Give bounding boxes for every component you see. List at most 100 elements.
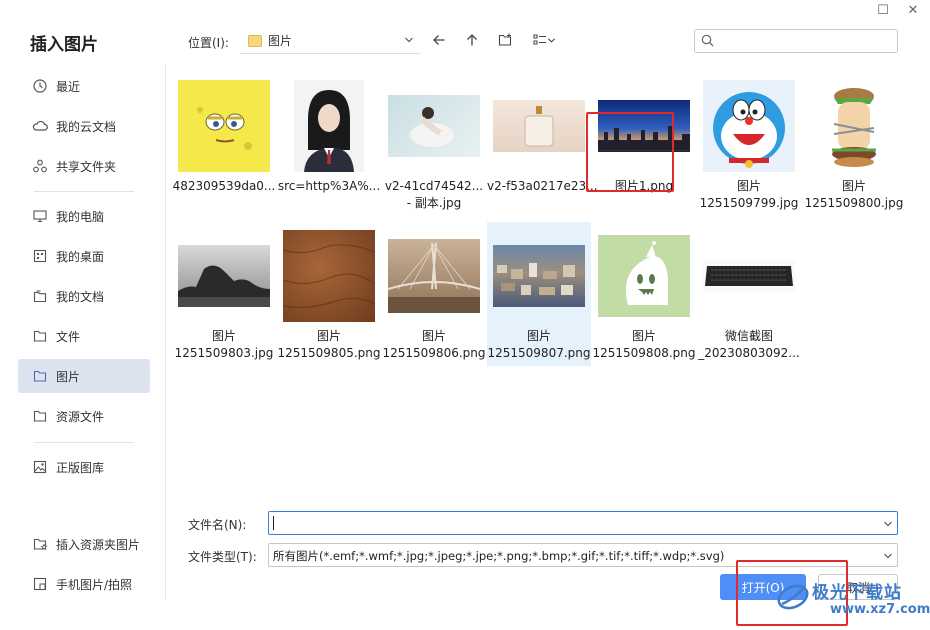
sidebar-item-label: 我的文档 <box>56 289 105 304</box>
thumbnail <box>493 230 585 322</box>
sidebar-item-my-documents[interactable]: 我的文档 <box>18 279 150 313</box>
file-tile-selected[interactable]: 图片 1251509807.png <box>487 222 591 366</box>
file-tile[interactable]: 图片 1251509805.png <box>277 222 381 366</box>
sidebar-item-cloud-docs[interactable]: 我的云文档 <box>18 109 150 143</box>
sidebar-item-insert-resource-folder-images[interactable]: 插入资源夹图片 <box>18 527 150 561</box>
sidebar-item-label: 文件 <box>56 329 81 344</box>
sidebar: 最近 我的云文档 共享文件夹 我的电脑 我的桌面 我的文档 文件 图片 资源文件… <box>0 64 166 600</box>
sidebar-item-resource-files[interactable]: 资源文件 <box>18 399 150 433</box>
thumbnail <box>493 80 585 172</box>
sidebar-item-my-desktop[interactable]: 我的桌面 <box>18 239 150 273</box>
sidebar-item-label: 我的云文档 <box>56 119 117 134</box>
file-name: 图片 1251509808.png <box>592 329 696 360</box>
file-name: v2-f53a0217e23... <box>487 179 598 193</box>
file-name: 图片 1251509800.jpg <box>804 179 904 210</box>
back-button[interactable] <box>428 30 450 52</box>
sidebar-item-label: 我的电脑 <box>56 209 105 224</box>
highlight-box <box>586 112 674 192</box>
text-cursor <box>273 516 274 530</box>
chevron-down-icon[interactable] <box>883 518 893 532</box>
cloud-icon <box>32 118 48 134</box>
location-value: 图片 <box>268 34 293 48</box>
sidebar-item-files[interactable]: 文件 <box>18 319 150 353</box>
monitor-icon <box>32 208 48 224</box>
file-name: 图片 1251509799.jpg <box>699 179 799 210</box>
file-tile[interactable]: 图片 1251509803.jpg <box>172 222 276 366</box>
file-name: 图片 1251509805.png <box>277 329 381 360</box>
arrow-up-icon <box>465 33 479 50</box>
sidebar-item-label: 正版图库 <box>56 460 105 475</box>
view-mode-button[interactable] <box>528 30 560 52</box>
new-folder-button[interactable] <box>494 30 516 52</box>
file-tile[interactable]: 图片 1251509808.png <box>592 222 696 366</box>
desktop-icon <box>32 248 48 264</box>
sidebar-item-label: 最近 <box>56 79 81 94</box>
file-tile[interactable]: 482309539da0... <box>172 72 276 216</box>
chevron-down-icon <box>883 550 893 564</box>
sidebar-item-label: 共享文件夹 <box>56 159 117 174</box>
up-button[interactable] <box>461 30 483 52</box>
filename-input[interactable] <box>268 511 898 535</box>
maximize-button[interactable]: ☐ <box>874 4 892 18</box>
file-name: 482309539da0... <box>172 179 276 193</box>
sidebar-item-pictures[interactable]: 图片 <box>18 359 150 393</box>
file-tile[interactable]: v2-f53a0217e23... <box>487 72 598 216</box>
file-name: 图片 1251509807.png <box>487 329 591 360</box>
file-tile[interactable]: src=http%3A%... <box>277 72 381 216</box>
share-icon <box>32 158 48 174</box>
thumbnail <box>283 80 375 172</box>
filename-label: 文件名(N): <box>188 518 247 532</box>
thumbnail <box>703 230 795 322</box>
thumbnail <box>178 80 270 172</box>
thumbnail <box>703 80 795 172</box>
sidebar-item-recent[interactable]: 最近 <box>18 69 150 103</box>
sidebar-item-my-computer[interactable]: 我的电脑 <box>18 199 150 233</box>
star-folder-icon <box>32 536 48 552</box>
file-tile[interactable]: 图片 1251509799.jpg <box>697 72 801 216</box>
folder-icon <box>32 328 48 344</box>
sidebar-item-label: 图片 <box>56 369 81 384</box>
documents-icon <box>32 288 48 304</box>
filetype-label: 文件类型(T): <box>188 550 257 564</box>
file-name: src=http%3A%... <box>277 179 381 193</box>
thumbnail <box>598 230 690 322</box>
chevron-down-icon <box>404 34 414 48</box>
file-tile[interactable]: 图片 1251509806.png <box>382 222 486 366</box>
chevron-down-icon <box>547 34 556 48</box>
gallery-icon <box>32 459 48 475</box>
sidebar-item-gallery[interactable]: 正版图库 <box>18 450 150 484</box>
filetype-value: 所有图片(*.emf;*.wmf;*.jpg;*.jpeg;*.jpe;*.pn… <box>273 549 725 563</box>
arrow-left-icon <box>432 33 446 50</box>
thumbnail <box>388 230 480 322</box>
file-tile[interactable]: 微信截图 _20230803092... <box>697 222 801 366</box>
watermark-url: www.xz7.com <box>830 602 930 617</box>
sidebar-item-label: 资源文件 <box>56 409 105 424</box>
folder-icon <box>248 34 262 47</box>
location-dropdown[interactable]: 图片 <box>240 28 420 54</box>
sidebar-item-shared-folder[interactable]: 共享文件夹 <box>18 149 150 183</box>
phone-photo-icon <box>32 576 48 592</box>
dialog-title: 插入图片 <box>30 35 98 55</box>
clock-icon <box>32 78 48 94</box>
file-name: 图片 1251509803.jpg <box>174 329 274 360</box>
list-view-icon <box>533 34 547 49</box>
file-grid: 482309539da0... src=http%3A%... v2-41cd7… <box>172 72 903 372</box>
watermark-title: 极光下载站 <box>812 583 902 603</box>
search-input[interactable] <box>694 29 898 53</box>
sidebar-item-phone-photo[interactable]: 手机图片/拍照 <box>18 567 150 601</box>
thumbnail <box>808 80 900 172</box>
location-label: 位置(I): <box>188 36 229 50</box>
search-icon <box>701 34 714 50</box>
folder-icon <box>32 368 48 384</box>
sidebar-item-label: 手机图片/拍照 <box>56 577 133 592</box>
close-button[interactable]: ✕ <box>904 4 922 18</box>
thumbnail <box>283 230 375 322</box>
file-tile[interactable]: 图片 1251509800.jpg <box>802 72 906 216</box>
file-name: v2-41cd74542... - 副本.jpg <box>384 179 484 210</box>
watermark-logo-icon <box>777 584 809 610</box>
thumbnail <box>388 80 480 172</box>
thumbnail <box>178 230 270 322</box>
sidebar-divider <box>34 442 134 443</box>
new-folder-icon <box>498 33 513 50</box>
file-tile[interactable]: v2-41cd74542... - 副本.jpg <box>382 72 486 216</box>
